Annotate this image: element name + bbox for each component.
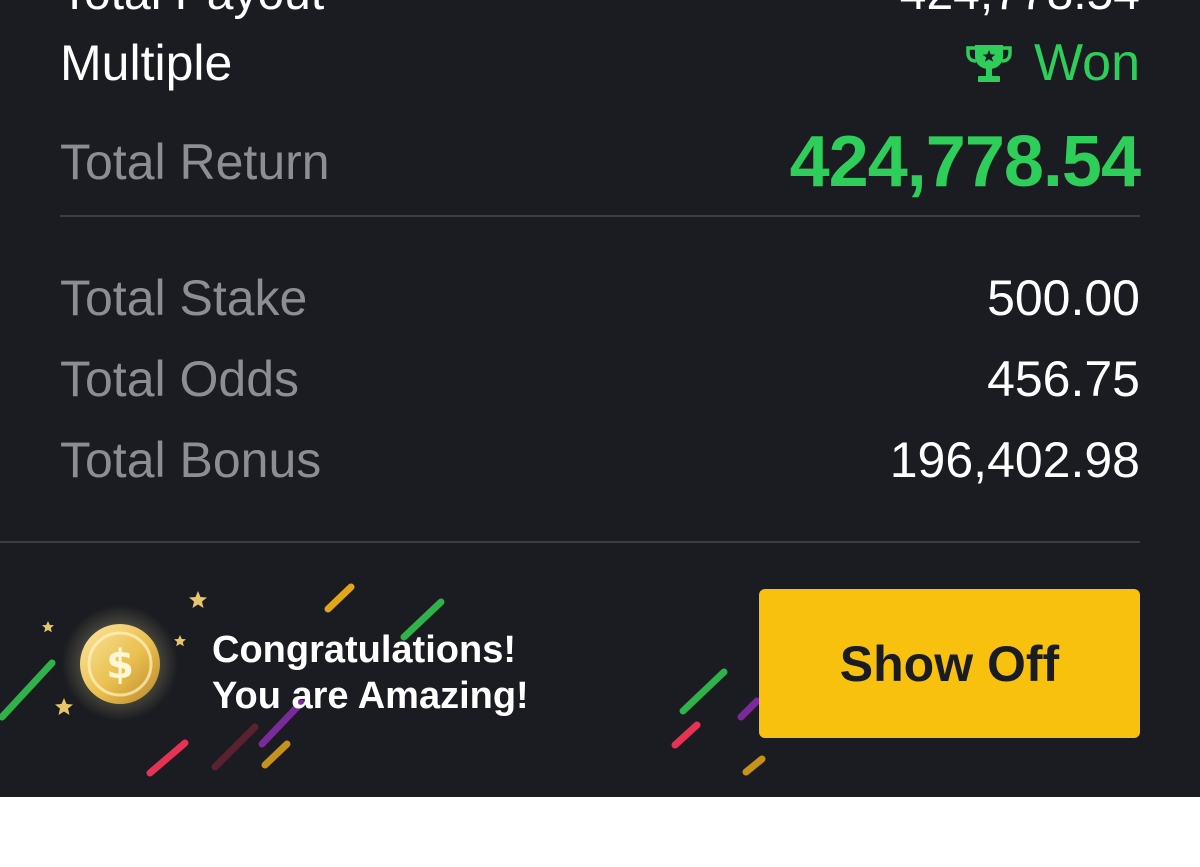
svg-text:$: $ <box>106 642 134 688</box>
bet-details-panel: Total Payout 424,778.54 Multiple Won Tot… <box>0 0 1200 797</box>
congrats-line-1: Congratulations! <box>212 629 516 671</box>
congrats-banner: $ Congratulations! You are Amazing! Show… <box>0 545 1200 797</box>
congrats-message: Congratulations! You are Amazing! <box>212 627 529 719</box>
congrats-line-2: You are Amazing! <box>212 675 529 717</box>
total-stake-value: 500.00 <box>987 270 1140 326</box>
dollar-coin-icon: $ <box>80 624 160 704</box>
total-odds-value: 456.75 <box>987 351 1140 407</box>
total-return-value: 424,778.54 <box>789 122 1141 202</box>
total-bonus-label: Total Bonus <box>60 432 322 488</box>
total-stake-label: Total Stake <box>60 270 308 326</box>
show-off-button[interactable]: Show Off <box>759 589 1140 738</box>
status-text: Won <box>1034 34 1140 92</box>
trophy-icon <box>966 45 1012 82</box>
total-odds-label: Total Odds <box>60 351 300 407</box>
total-return-row: Total Return 424,778.54 <box>60 122 1141 202</box>
total-return-label: Total Return <box>60 134 330 190</box>
bet-type-row: Multiple Won <box>60 30 1140 96</box>
total-stake-row: Total Stake 500.00 <box>60 265 1140 331</box>
total-bonus-row: Total Bonus 196,402.98 <box>60 427 1140 493</box>
divider <box>60 215 1140 217</box>
status-badge: Won <box>966 33 1140 93</box>
total-odds-row: Total Odds 456.75 <box>60 346 1140 412</box>
banner-divider <box>0 541 1140 543</box>
total-bonus-value: 196,402.98 <box>889 432 1140 488</box>
cut-off-label: Total Payout <box>60 0 324 21</box>
cut-off-value: 424,778.54 <box>900 0 1140 21</box>
bet-type-label: Multiple <box>60 35 233 91</box>
